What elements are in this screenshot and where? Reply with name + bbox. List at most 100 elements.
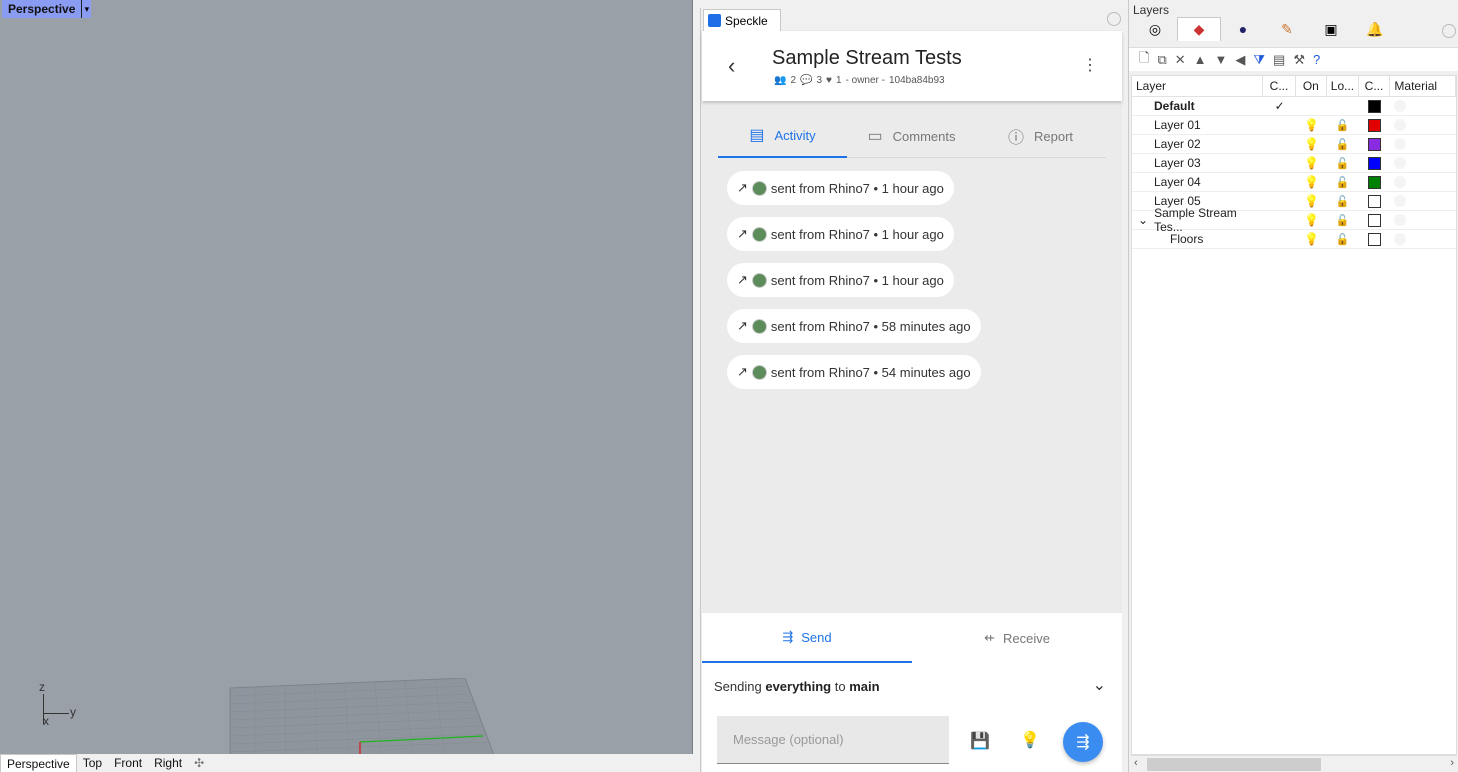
unlock-icon[interactable] xyxy=(1327,97,1359,116)
lightbulb-icon[interactable] xyxy=(1296,97,1327,116)
layer-material[interactable] xyxy=(1390,154,1456,173)
layer-name[interactable]: Default xyxy=(1132,97,1263,116)
render-tab-icon[interactable]: ● xyxy=(1221,17,1265,41)
layer-name[interactable]: Layer 04 xyxy=(1132,173,1263,192)
current-layer-check[interactable] xyxy=(1263,116,1296,135)
layers-settings-icon[interactable] xyxy=(1442,24,1456,38)
lightbulb-icon[interactable]: 💡 xyxy=(1296,192,1327,211)
unlock-icon[interactable]: 🔓 xyxy=(1327,211,1359,230)
sending-summary[interactable]: Sending everything to main xyxy=(714,679,880,694)
scroll-right-icon[interactable]: › xyxy=(1450,757,1454,769)
col-current[interactable]: C... xyxy=(1263,76,1296,96)
new-layer-icon[interactable]: 🗋 xyxy=(1139,49,1149,71)
move-down-icon[interactable]: ▼ xyxy=(1215,52,1228,67)
layer-material[interactable] xyxy=(1390,135,1456,154)
unlock-icon[interactable]: 🔓 xyxy=(1327,135,1359,154)
lightbulb-icon[interactable]: 💡 xyxy=(1296,135,1327,154)
unlock-icon[interactable]: 🔓 xyxy=(1327,154,1359,173)
layer-name[interactable]: Floors xyxy=(1132,230,1263,249)
layer-row[interactable]: Default ✓ xyxy=(1132,97,1456,116)
unlock-icon[interactable]: 🔓 xyxy=(1327,230,1359,249)
tab-comments[interactable]: ▭ Comments xyxy=(847,114,976,158)
layer-material[interactable] xyxy=(1390,173,1456,192)
rhino-viewport[interactable]: Perspective ▾ z y x xyxy=(0,0,693,754)
add-viewport-icon[interactable]: ✣ xyxy=(188,754,210,772)
layer-color-swatch[interactable] xyxy=(1359,97,1391,116)
layer-material[interactable] xyxy=(1390,211,1456,230)
speckle-panel-tab[interactable]: Speckle xyxy=(703,9,781,31)
lightbulb-icon[interactable]: 💡 xyxy=(1296,230,1327,249)
layer-material[interactable] xyxy=(1390,97,1456,116)
layer-material[interactable] xyxy=(1390,230,1456,249)
layer-name[interactable]: Layer 03 xyxy=(1132,154,1263,173)
layer-color-swatch[interactable] xyxy=(1359,135,1391,154)
layer-material[interactable] xyxy=(1390,116,1456,135)
commit-message-input[interactable] xyxy=(717,716,949,764)
layers-tab-icon[interactable]: ◆ xyxy=(1177,17,1221,41)
tab-receive[interactable]: ⇷ Receive xyxy=(912,613,1122,663)
chevron-down-icon[interactable]: ⌄ xyxy=(1093,675,1106,695)
tab-report[interactable]: ⓘ Report xyxy=(976,114,1105,158)
layer-color-swatch[interactable] xyxy=(1359,211,1391,230)
lightbulb-icon[interactable]: 💡 xyxy=(1296,116,1327,135)
layer-row[interactable]: Floors 💡 🔓 xyxy=(1132,230,1456,249)
layer-color-swatch[interactable] xyxy=(1359,230,1391,249)
current-layer-check[interactable] xyxy=(1263,230,1296,249)
tab-send[interactable]: ⇶ Send xyxy=(702,613,912,663)
layer-color-swatch[interactable] xyxy=(1359,173,1391,192)
current-layer-check[interactable] xyxy=(1263,192,1296,211)
viewport-menu-icon[interactable]: ▾ xyxy=(81,0,91,18)
scroll-left-icon[interactable]: ‹ xyxy=(1134,757,1138,769)
layer-name[interactable]: Layer 02 xyxy=(1132,135,1263,154)
layer-row[interactable]: Layer 04 💡 🔓 xyxy=(1132,173,1456,192)
layer-row[interactable]: Layer 03 💡 🔓 xyxy=(1132,154,1456,173)
activity-item[interactable]: ↗ sent from Rhino7 • 1 hour ago xyxy=(727,217,954,251)
filter-icon[interactable]: ⧩ xyxy=(1253,52,1265,68)
horizontal-scrollbar[interactable]: ‹ › xyxy=(1131,755,1457,772)
properties-tab-icon[interactable]: ◎ xyxy=(1133,17,1177,41)
unlock-icon[interactable]: 🔓 xyxy=(1327,192,1359,211)
layer-row[interactable]: Layer 02 💡 🔓 xyxy=(1132,135,1456,154)
back-arrow-icon[interactable]: ‹ xyxy=(728,53,735,79)
col-color[interactable]: C... xyxy=(1359,76,1391,96)
layer-color-swatch[interactable] xyxy=(1359,192,1391,211)
viewport-tab-top[interactable]: Top xyxy=(77,754,108,772)
display-tab-icon[interactable]: ▣ xyxy=(1309,17,1353,41)
more-options-icon[interactable]: ⋮ xyxy=(1082,55,1098,75)
current-layer-check[interactable]: ✓ xyxy=(1263,97,1296,116)
col-material[interactable]: Material xyxy=(1390,76,1456,96)
viewport-name[interactable]: Perspective xyxy=(2,2,81,16)
notifications-tab-icon[interactable]: 🔔 xyxy=(1353,17,1397,41)
lightbulb-icon[interactable]: 💡 xyxy=(1296,173,1327,192)
viewport-tab-right[interactable]: Right xyxy=(148,754,188,772)
activity-item[interactable]: ↗ sent from Rhino7 • 1 hour ago xyxy=(727,263,954,297)
current-layer-check[interactable] xyxy=(1263,154,1296,173)
layer-name[interactable]: Layer 01 xyxy=(1132,116,1263,135)
delete-layer-icon[interactable]: ✕ xyxy=(1175,52,1186,68)
lightbulb-icon[interactable]: 💡 xyxy=(1296,211,1327,230)
activity-item[interactable]: ↗ sent from Rhino7 • 58 minutes ago xyxy=(727,309,981,343)
layer-row[interactable]: ⌄ Sample Stream Tes... 💡 🔓 xyxy=(1132,206,1456,234)
layer-material[interactable] xyxy=(1390,192,1456,211)
move-parent-icon[interactable]: ◀ xyxy=(1235,52,1245,68)
layer-color-swatch[interactable] xyxy=(1359,116,1391,135)
layer-states-icon[interactable]: ▤ xyxy=(1273,52,1285,68)
panel-settings-icon[interactable] xyxy=(1107,12,1121,26)
activity-item[interactable]: ↗ sent from Rhino7 • 1 hour ago xyxy=(727,171,954,205)
col-layer[interactable]: Layer xyxy=(1132,76,1264,96)
col-on[interactable]: On xyxy=(1296,76,1327,96)
expand-chevron-icon[interactable]: ⌄ xyxy=(1138,213,1148,227)
current-layer-check[interactable] xyxy=(1263,173,1296,192)
scroll-thumb[interactable] xyxy=(1147,758,1321,771)
col-lock[interactable]: Lo... xyxy=(1327,76,1359,96)
lightbulb-icon[interactable]: 💡 xyxy=(1296,154,1327,173)
materials-tab-icon[interactable]: ✎ xyxy=(1265,17,1309,41)
layer-row[interactable]: Layer 01 💡 🔓 xyxy=(1132,116,1456,135)
tab-activity[interactable]: ▤ Activity xyxy=(718,114,847,158)
current-layer-check[interactable] xyxy=(1263,211,1296,230)
viewport-tab-front[interactable]: Front xyxy=(108,754,148,772)
save-icon[interactable]: 💾 xyxy=(970,731,990,751)
unlock-icon[interactable]: 🔓 xyxy=(1327,173,1359,192)
layer-color-swatch[interactable] xyxy=(1359,154,1391,173)
current-layer-check[interactable] xyxy=(1263,135,1296,154)
